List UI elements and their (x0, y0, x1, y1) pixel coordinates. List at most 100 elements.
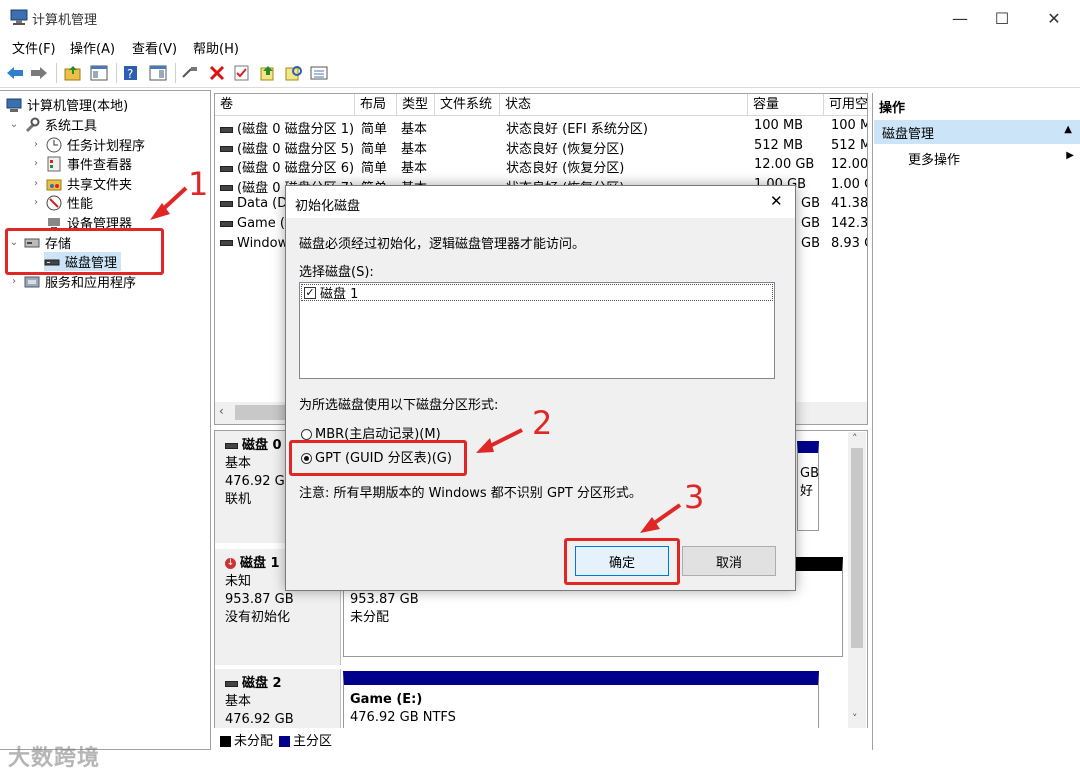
chevron-right-icon[interactable]: › (30, 178, 42, 189)
chevron-right-icon[interactable]: › (30, 197, 42, 208)
volume-icon (220, 220, 233, 227)
minimize-button[interactable]: — (936, 0, 984, 36)
connect-icon[interactable] (181, 64, 199, 82)
cancel-button[interactable]: 取消 (682, 546, 776, 576)
chevron-right-icon[interactable]: › (30, 139, 42, 150)
primary-swatch-icon (279, 735, 291, 747)
tree-label-event-viewer: 事件查看器 (67, 158, 133, 173)
chevron-right-icon[interactable]: › (30, 158, 42, 169)
disk-0-partition-tail[interactable]: GB 好 (797, 441, 819, 531)
col-header-free[interactable]: 可用空 (824, 94, 867, 116)
svg-text:?: ? (127, 67, 133, 81)
tree-item-shared-folders[interactable]: › 共享文件夹 (30, 174, 132, 193)
tree-label-system-tools: 系统工具 (45, 119, 98, 134)
actions-pane: 操作 磁盘管理 ▲ 更多操作 ▶ (872, 93, 1080, 750)
scroll-down-icon[interactable]: ˅ (852, 712, 858, 725)
partition-style-label: 为所选磁盘使用以下磁盘分区形式: (299, 398, 499, 413)
chevron-down-icon[interactable]: ⌄ (8, 119, 20, 130)
dialog-close-icon[interactable]: ✕ (770, 192, 783, 210)
annotation-box-disk-management (5, 228, 164, 275)
annotation-box-ok (564, 538, 680, 585)
volume-icon (220, 126, 233, 133)
scrollbar-thumb[interactable] (851, 448, 863, 648)
menu-view[interactable]: 查看(V) (132, 38, 177, 57)
col-header-capacity[interactable]: 容量 (748, 94, 824, 116)
watermark-logo: 大数跨境 (8, 746, 101, 771)
tree-item-event-viewer[interactable]: › 事件查看器 (30, 154, 132, 173)
check-properties-icon[interactable] (233, 64, 251, 82)
scroll-left-icon[interactable]: ‹ (219, 404, 224, 418)
search-icon[interactable] (285, 64, 303, 82)
folder-up-icon[interactable] (64, 64, 82, 82)
maximize-button[interactable]: ☐ (978, 0, 1026, 36)
warning-icon: ↓ (225, 558, 236, 569)
select-disk-label: 选择磁盘(S): (299, 265, 374, 280)
tree-item-root[interactable]: 计算机管理(本地) (6, 95, 128, 114)
gpt-note: 注意: 所有早期版本的 Windows 都不识别 GPT 分区形式。 (299, 486, 642, 501)
col-header-volume[interactable]: 卷 (215, 94, 355, 116)
volume-icon (220, 165, 233, 172)
legend: 未分配 主分区 (214, 728, 868, 750)
disk-1-list-item[interactable]: ✓ 磁盘 1 (301, 284, 773, 302)
annotation-box-gpt (289, 440, 467, 476)
help-icon[interactable]: ? (122, 64, 140, 82)
close-button[interactable]: ✕ (1030, 0, 1078, 36)
toolbar: ? (0, 58, 1080, 88)
actions-section-disk-management[interactable]: 磁盘管理 ▲ (874, 120, 1080, 144)
tree-item-task-scheduler[interactable]: › 任务计划程序 (30, 135, 145, 154)
unallocated-swatch-icon (220, 735, 231, 747)
table-row[interactable]: (磁盘 0 磁盘分区 1) 简单 基本 状态良好 (EFI 系统分区) 100 … (215, 117, 867, 137)
radio-empty-icon[interactable] (301, 429, 312, 440)
disk-select-list[interactable]: ✓ 磁盘 1 (299, 282, 775, 379)
dialog-message: 磁盘必须经过初始化，逻辑磁盘管理器才能访问。 (299, 237, 586, 252)
initialize-disk-dialog: 初始化磁盘 ✕ 磁盘必须经过初始化，逻辑磁盘管理器才能访问。 选择磁盘(S): … (285, 185, 796, 591)
scroll-up-icon[interactable]: ˄ (852, 432, 858, 445)
volume-icon (220, 185, 233, 192)
col-header-filesystem[interactable]: 文件系统 (435, 94, 500, 116)
menu-bar: 文件(F) 操作(A) 查看(V) 帮助(H) (0, 36, 1080, 58)
volume-icon (220, 200, 233, 207)
checkbox-checked-icon[interactable]: ✓ (304, 286, 316, 299)
disk-icon (225, 442, 238, 449)
tree-item-performance[interactable]: › 性能 (30, 193, 93, 212)
computer-management-icon (10, 9, 28, 25)
more-actions-item[interactable]: 更多操作 ▶ (908, 149, 1078, 168)
col-header-status[interactable]: 状态 (500, 94, 748, 116)
menu-file[interactable]: 文件(F) (12, 38, 56, 57)
volume-icon (220, 146, 233, 153)
annotation-number-2: 2 (532, 404, 553, 442)
delete-icon[interactable] (208, 64, 226, 82)
shared-folder-icon (46, 176, 62, 192)
chevron-right-icon: ▶ (1066, 150, 1074, 161)
table-row[interactable]: (磁盘 0 磁盘分区 6) 简单 基本 状态良好 (恢复分区) 12.00 GB… (215, 156, 867, 176)
export-icon[interactable] (259, 64, 277, 82)
menu-help[interactable]: 帮助(H) (193, 38, 239, 57)
disk-icon (225, 680, 238, 687)
console-tree: 计算机管理(本地) ⌄ 系统工具 › 任务计划程序 › 事件查看器 › 共享文件… (0, 90, 211, 750)
volume-icon (220, 240, 233, 247)
table-row[interactable]: (磁盘 0 磁盘分区 5) 简单 基本 状态良好 (恢复分区) 512 MB 5… (215, 137, 867, 157)
tree-label-performance: 性能 (67, 197, 94, 212)
dialog-title: 初始化磁盘 (295, 199, 361, 214)
computer-icon (6, 97, 22, 113)
list-view-icon[interactable] (310, 64, 328, 82)
collapse-up-icon[interactable]: ▲ (1064, 124, 1072, 135)
annotation-number-1: 1 (188, 165, 209, 203)
legend-unallocated: 未分配 (220, 730, 273, 749)
services-icon (24, 274, 40, 290)
back-arrow-icon[interactable] (6, 64, 24, 82)
col-header-layout[interactable]: 布局 (355, 94, 397, 116)
tree-label-root: 计算机管理(本地) (27, 99, 129, 114)
console-tree-icon[interactable] (90, 64, 108, 82)
performance-icon (46, 195, 62, 211)
forward-arrow-icon[interactable] (30, 64, 48, 82)
tree-item-system-tools[interactable]: ⌄ 系统工具 (8, 115, 97, 134)
properties-pane-icon[interactable] (149, 64, 167, 82)
vertical-scrollbar[interactable]: ˄ ˅ (848, 432, 866, 748)
actions-header: 操作 (879, 101, 906, 116)
tools-icon (24, 117, 40, 133)
chevron-right-icon[interactable]: › (8, 276, 20, 287)
menu-action[interactable]: 操作(A) (70, 38, 115, 57)
title-bar: 计算机管理 — ☐ ✕ (0, 0, 1080, 36)
col-header-type[interactable]: 类型 (397, 94, 435, 116)
